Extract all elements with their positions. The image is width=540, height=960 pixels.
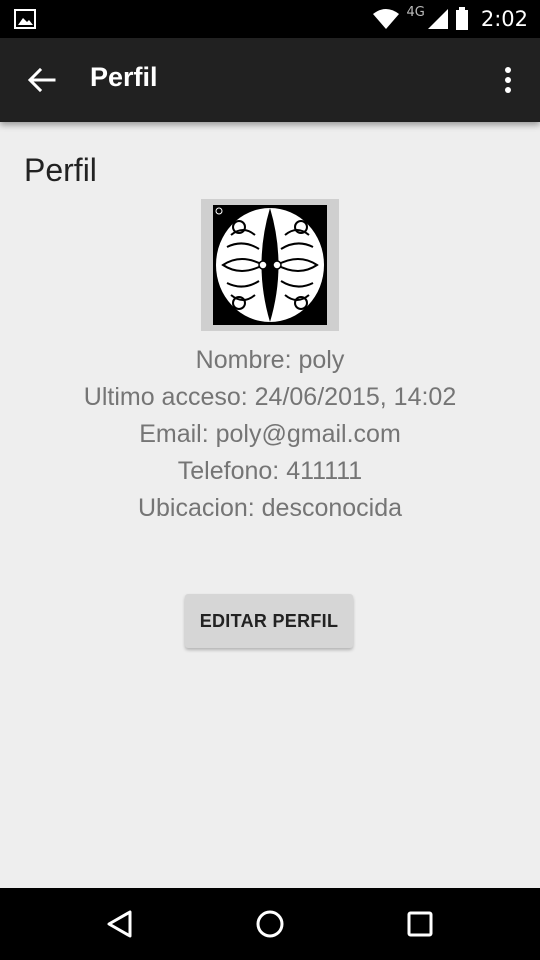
home-circle-icon[interactable] (254, 908, 286, 940)
location-text: Ubicacion: desconocida (137, 494, 403, 522)
more-vert-icon[interactable] (504, 66, 512, 94)
page-title: Perfil (24, 152, 97, 188)
email-text: Email: poly@gmail.com (139, 420, 401, 448)
profile-content: Perfil Nombre: poly Ultimo acceso: 24/06… (0, 122, 540, 888)
arrow-back-icon[interactable] (26, 66, 56, 94)
avatar-frame (201, 199, 339, 331)
toolbar-title: Perfil (90, 62, 158, 92)
signal-icon (427, 9, 448, 29)
last-access-text: Ultimo acceso: 24/06/2015, 14:02 (83, 383, 457, 411)
phone-text: Telefono: 411111 (177, 457, 363, 485)
status-bar: 4G 2:02 (0, 0, 540, 38)
network-type-label: 4G (406, 4, 425, 20)
back-triangle-icon[interactable] (104, 908, 136, 940)
wifi-icon (373, 9, 400, 29)
name-text: Nombre: poly (195, 346, 345, 374)
profile-info: Nombre: poly Ultimo acceso: 24/06/2015, … (0, 342, 540, 527)
crest-icon (213, 205, 327, 325)
edit-profile-button[interactable]: EDITAR PERFIL (185, 594, 353, 648)
recents-square-icon[interactable] (404, 908, 436, 940)
toolbar: Perfil (0, 38, 540, 122)
navigation-bar (0, 888, 540, 960)
status-time: 2:02 (480, 7, 528, 31)
image-icon (14, 9, 36, 29)
battery-icon (455, 7, 468, 30)
